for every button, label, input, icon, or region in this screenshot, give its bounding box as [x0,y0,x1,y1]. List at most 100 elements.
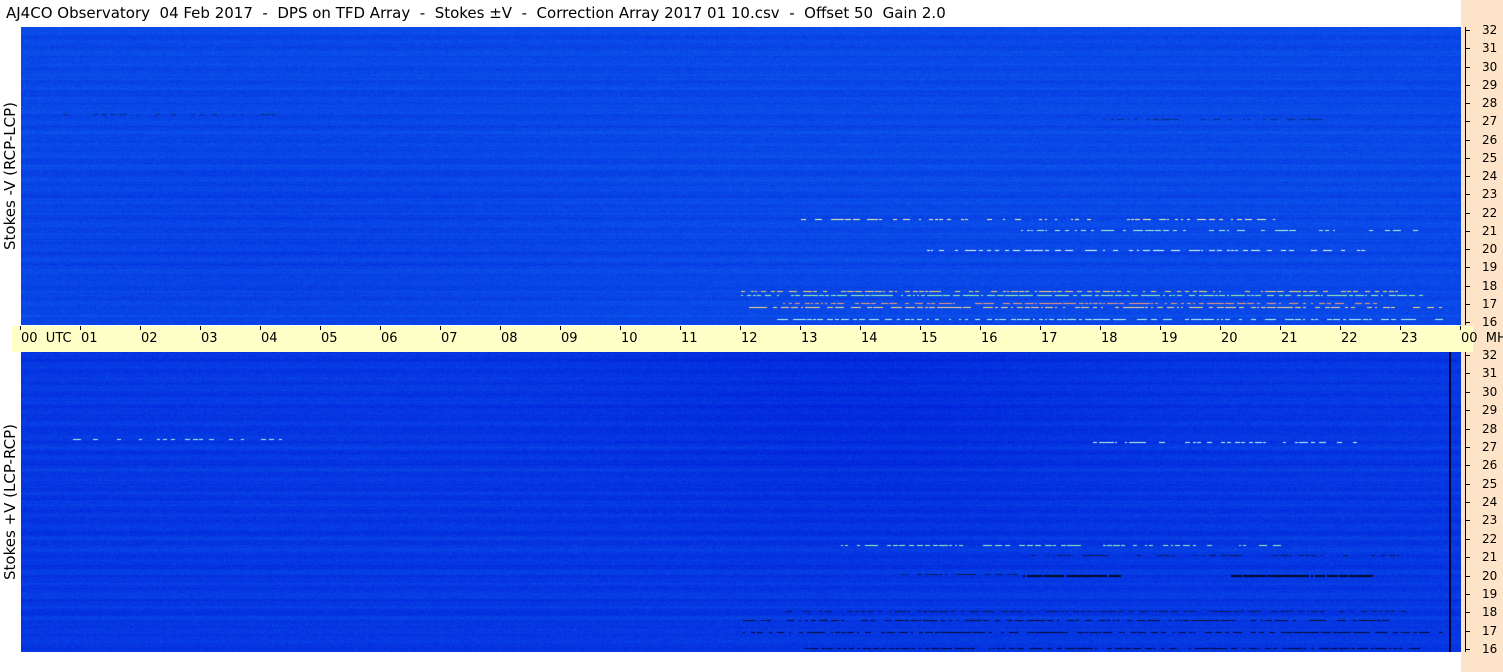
frequency-tick-label: 23 [1482,187,1498,201]
time-tick-label: 04 [261,331,278,346]
time-tick-label: 12 [741,331,758,346]
frequency-tick-mark [1465,286,1470,287]
time-tick-label: 00 MHz [1461,331,1503,346]
frequency-tick-label: 30 [1482,60,1498,74]
time-tick-label: 01 [81,331,98,346]
frequency-tick-mark [1465,373,1470,374]
frequency-tick-label: 16 [1482,642,1498,656]
frequency-tick-mark [1465,30,1470,31]
frequency-tick-mark [1465,576,1470,577]
time-tick-label: 18 [1101,331,1118,346]
time-axis: 00 UTC 01 02 03 04 05 06 07 08 09 10 11 12 13 14 15 16 17… [12,326,1503,352]
frequency-tick-mark [1465,612,1470,613]
time-tick-label: 00 UTC [21,331,72,346]
time-tick-mark [440,326,441,330]
frequency-tick-label: 31 [1482,366,1498,380]
frequency-tick-label: 32 [1482,348,1498,362]
frequency-tick-mark [1465,213,1470,214]
time-tick-mark [140,326,141,330]
frequency-tick-label: 20 [1482,569,1498,583]
frequency-tick-mark [1465,447,1470,448]
frequency-axis-top: 32 31 30 29 28 27 26 25 24 23 22 21 20 19 18 17 16 [1461,24,1503,328]
time-tick-label: 02 [141,331,158,346]
frequency-axis-bottom: 32 31 30 29 28 27 26 25 24 23 22 21 20 19 18 17 16 [1461,348,1503,656]
frequency-tick-label: 26 [1482,133,1498,147]
time-tick-label: 09 [561,331,578,346]
time-tick-label: 21 [1281,331,1298,346]
frequency-tick-mark [1465,231,1470,232]
frequency-tick-mark [1465,48,1470,49]
time-tick-label: 16 [981,331,998,346]
frequency-tick-label: 24 [1482,169,1498,183]
time-tick-label: 14 [861,331,878,346]
frequency-tick-label: 31 [1482,41,1498,55]
frequency-tick-mark [1465,392,1470,393]
frequency-tick-label: 17 [1482,624,1498,638]
frequency-tick-mark [1465,322,1470,323]
time-tick-mark [260,326,261,330]
frequency-tick-label: 26 [1482,458,1498,472]
time-tick-mark [20,326,21,330]
frequency-tick-mark [1465,176,1470,177]
time-tick-mark [1100,326,1101,330]
frequency-tick-mark [1465,304,1470,305]
time-tick-label: 17 [1041,331,1058,346]
time-tick-mark [1400,326,1401,330]
spectrogram-top-canvas [21,27,1461,325]
spectrogram-top-panel [21,27,1461,325]
frequency-tick-label: 19 [1482,260,1498,274]
frequency-tick-mark [1465,649,1470,650]
time-tick-label: 13 [801,331,818,346]
frequency-tick-mark [1465,484,1470,485]
frequency-tick-mark [1465,631,1470,632]
top-panel-ylabel: Stokes -V (RCP-LCP) [1,102,19,250]
spectrogram-bottom-panel [21,352,1461,652]
frequency-tick-label: 18 [1482,279,1498,293]
time-tick-mark [680,326,681,330]
time-tick-mark [500,326,501,330]
frequency-tick-label: 22 [1482,206,1498,220]
top-panel-ylabel-container: Stokes -V (RCP-LCP) [0,27,20,325]
time-tick-label: 08 [501,331,518,346]
time-tick-label: 10 [621,331,638,346]
time-tick-label: 06 [381,331,398,346]
time-tick-label: 05 [321,331,338,346]
frequency-tick-mark [1465,465,1470,466]
time-tick-mark [1220,326,1221,330]
frequency-tick-mark [1465,502,1470,503]
time-tick-mark [620,326,621,330]
time-tick-mark [1040,326,1041,330]
spectrogram-bottom-canvas [21,352,1461,652]
time-tick-mark [80,326,81,330]
frequency-tick-mark [1465,557,1470,558]
time-tick-label: 03 [201,331,218,346]
frequency-tick-label: 19 [1482,587,1498,601]
frequency-tick-mark [1465,194,1470,195]
frequency-tick-label: 24 [1482,495,1498,509]
time-tick-label: 07 [441,331,458,346]
frequency-tick-label: 28 [1482,422,1498,436]
bottom-panel-ylabel-container: Stokes +V (LCP-RCP) [0,352,20,652]
frequency-tick-label: 23 [1482,513,1498,527]
frequency-tick-label: 17 [1482,297,1498,311]
time-tick-mark [560,326,561,330]
frequency-tick-mark [1465,85,1470,86]
frequency-tick-label: 30 [1482,385,1498,399]
time-tick-mark [980,326,981,330]
frequency-tick-label: 27 [1482,440,1498,454]
frequency-tick-mark [1465,67,1470,68]
page-title: AJ4CO Observatory 04 Feb 2017 - DPS on T… [6,4,946,22]
time-tick-mark [1280,326,1281,330]
frequency-tick-mark [1465,355,1470,356]
time-tick-mark [1460,326,1461,330]
frequency-tick-mark [1465,410,1470,411]
time-tick-mark [1340,326,1341,330]
time-tick-label: 15 [921,331,938,346]
frequency-tick-label: 29 [1482,403,1498,417]
time-tick-mark [200,326,201,330]
bottom-panel-ylabel: Stokes +V (LCP-RCP) [1,424,19,580]
frequency-tick-label: 21 [1482,550,1498,564]
frequency-tick-label: 21 [1482,224,1498,238]
frequency-tick-mark [1465,539,1470,540]
frequency-tick-label: 28 [1482,96,1498,110]
